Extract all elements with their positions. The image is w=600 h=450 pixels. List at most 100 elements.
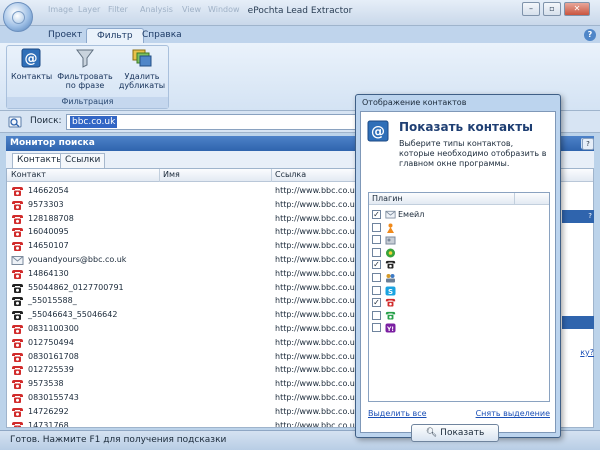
plugin-checkbox[interactable] [372,222,381,232]
column-name[interactable]: Имя [163,170,180,179]
red-phone-icon [11,407,24,418]
deselect-all-link[interactable]: Снять выделение [476,409,550,418]
side-highlight [562,316,594,329]
link-cell: http://www.bbc.co.uk [275,324,360,333]
link-cell: http://www.bbc.co.uk [275,310,360,320]
minimize-button[interactable]: – [522,2,540,16]
link-cell: http://www.bbc.co.uk [275,282,360,292]
dialog-links: Выделить все Снять выделение [368,409,550,419]
red-phone-icon [11,214,24,225]
side-help-icon-2[interactable]: ? [562,210,594,223]
black-phone-icon [385,260,396,270]
tab-help[interactable]: Справка [132,28,192,43]
filter-button-label-1: Фильтровать [57,72,113,81]
remove-duplicates-button[interactable]: Удалить дубликаты [117,48,167,90]
plugin-row [372,222,542,234]
contact-cell: _55015588_ [28,296,77,306]
gray-contact-icon [385,235,396,245]
contact-cell: 0830155743 [28,393,79,402]
contacts-at-icon: @ [21,48,41,68]
search-input[interactable]: bbc.co.uk [66,114,356,130]
show-button[interactable]: 🔍︎ Показать [411,424,499,442]
link-cell: http://www.bbc.co.uk [275,365,360,375]
link-cell: http://www.bbc.co.uk [275,186,360,195]
skype-icon: S [385,286,396,296]
plugin-list-header: Плагин [369,193,549,205]
display-contacts-dialog: Отображение контактов @ Показать контакт… [355,94,561,442]
contact-cell: 128188708 [28,213,74,223]
status-text: Готов. Нажмите F1 для получения подсказк… [10,435,227,445]
contact-cell: 012750494 [28,337,74,347]
contact-cell: 9573303 [28,199,64,209]
column-contact[interactable]: Контакт [11,170,46,179]
plugin-checkbox[interactable] [372,247,381,257]
red-phone-icon [11,393,24,404]
plugin-checkbox[interactable] [372,310,381,320]
plugin-checkbox[interactable]: ✓ [372,260,381,270]
red-phone-icon [11,338,24,349]
app-menu-button[interactable] [3,2,33,32]
filter-group: @ Контакты Фильтровать по фразе Удалить … [6,45,169,109]
plugin-row [372,272,542,284]
plugin-checkbox[interactable] [372,323,381,333]
contact-cell: 55044862_0127700791 [28,282,124,292]
contact-cell: 14726292 [28,406,69,416]
plugin-row: ✓ [372,259,542,271]
plugin-checkbox[interactable] [372,273,381,282]
dialog-title: Отображение контактов [362,98,467,107]
black-phone-icon [11,310,24,321]
app-logo-icon [12,11,25,24]
select-all-link[interactable]: Выделить все [368,409,427,418]
plugin-checkbox[interactable]: ✓ [372,298,381,308]
link-cell: http://www.bbc.co.uk [275,406,360,416]
plugin-row [372,247,542,259]
orange-person-icon [385,223,396,233]
green-phone-icon [385,311,396,321]
duplicates-icon [132,49,152,67]
contact-cell: 14662054 [28,186,69,195]
red-phone-icon [385,298,396,308]
plugin-checkbox[interactable] [372,285,381,295]
contact-cell: 9573538 [28,379,64,389]
link-cell: http://www.bbc.co.uk [275,241,360,251]
panel-title: Монитор поиска [10,138,95,148]
title-bar: Image Layer Filter Analysis View Window … [0,0,600,32]
link-cell: http://www.bbc.co.uk [275,296,360,306]
tab-links[interactable]: Ссылки [60,153,106,168]
black-phone-icon [11,296,24,307]
plugin-checkbox[interactable]: ✓ [372,210,381,219]
plugin-checkbox[interactable] [372,235,381,245]
red-phone-icon [11,241,24,252]
contact-cell: 14731768 [28,420,69,428]
filter-by-phrase-button[interactable]: Фильтровать по фразе [57,48,113,90]
filter-button-label-2: по фразе [65,81,105,90]
plugin-header-label: Плагин [372,194,403,203]
contact-cell: 16040095 [28,227,69,237]
plugin-row: ✓ Емейл [372,209,542,221]
plugin-row: ✓ [372,297,542,309]
svg-text:@: @ [25,52,38,67]
side-help-icon-1[interactable]: ? [582,138,594,150]
envelope-icon [385,210,396,220]
dialog-description: Выберите типы контактов, которые необход… [399,139,547,168]
column-link[interactable]: Ссылка [275,170,306,179]
funnel-icon [76,49,94,68]
red-phone-icon [11,352,24,363]
tab-project[interactable]: Проект [38,28,92,43]
contacts-button[interactable]: @ Контакты [11,48,52,81]
search-label: Поиск: [30,116,62,126]
side-link[interactable]: ку? [580,348,594,357]
close-button[interactable]: ✕ [564,2,590,16]
contact-cell: 0830161708 [28,351,79,361]
ribbon-tabs: Проект Фильтр Справка [0,26,600,43]
remove-button-label-2: дубликаты [118,81,166,90]
help-icon[interactable]: ? [584,29,596,41]
contact-cell: 012725539 [28,365,74,375]
maximize-button[interactable]: ▫ [543,2,561,16]
red-phone-icon [11,186,24,197]
contact-cell: 0831100300 [28,324,79,333]
plugin-label: Емейл [398,210,425,219]
plugin-row: S [372,285,542,297]
yahoo-icon: Y! [385,323,396,333]
red-phone-icon [11,227,24,238]
